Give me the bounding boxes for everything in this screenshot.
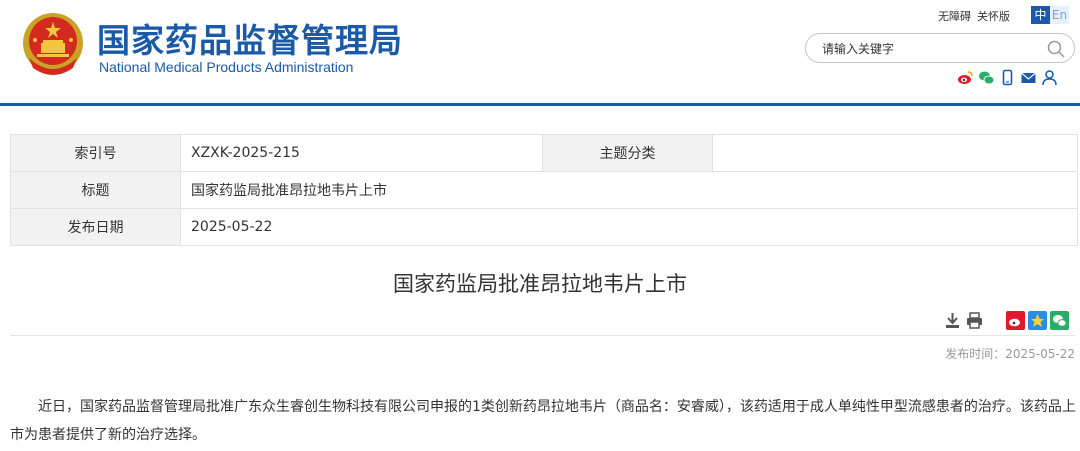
table-row: 发布日期 2025-05-22 (10, 208, 1078, 246)
publish-time: 发布时间：2025-05-22 (945, 347, 1075, 361)
mail-icon[interactable] (1020, 69, 1037, 86)
search-box (805, 33, 1075, 63)
category-label: 主题分类 (542, 134, 713, 172)
date-label: 发布日期 (10, 208, 181, 246)
title-value: 国家药监局批准昂拉地韦片上市 (180, 171, 1078, 209)
care-mode-link[interactable]: 关怀版 (977, 10, 1010, 23)
title-divider (10, 335, 1075, 336)
accessibility-link[interactable]: 无障碍 (938, 10, 971, 23)
category-value (712, 134, 1078, 172)
article-title: 国家药监局批准昂拉地韦片上市 (393, 272, 687, 296)
top-links: 无障碍 关怀版 (938, 8, 1016, 24)
site-subtitle[interactable]: National Medical Products Administration (99, 59, 353, 75)
print-icon[interactable] (965, 311, 984, 330)
share-weibo-icon[interactable] (1006, 311, 1025, 330)
index-value: XZXK-2025-215 (180, 134, 543, 172)
table-row: 索引号 XZXK-2025-215 主题分类 (10, 134, 1078, 172)
site-title[interactable]: 国家药品监督管理局 (97, 14, 403, 62)
document-info-table: 索引号 XZXK-2025-215 主题分类 标题 国家药监局批准昂拉地韦片上市… (10, 134, 1078, 246)
download-icon[interactable] (943, 311, 962, 330)
article-tools (943, 311, 1069, 330)
site-header: 国家药品监督管理局 National Medical Products Admi… (0, 0, 1080, 103)
share-wechat-icon[interactable] (1050, 311, 1069, 330)
language-switch: 中 En (1031, 6, 1069, 24)
user-icon[interactable] (1041, 69, 1058, 86)
wechat-icon[interactable] (978, 69, 995, 86)
lang-zh-button[interactable]: 中 (1031, 6, 1050, 24)
social-links (957, 69, 1058, 86)
table-row: 标题 国家药监局批准昂拉地韦片上市 (10, 171, 1078, 209)
national-emblem-icon (23, 13, 83, 75)
mobile-icon[interactable] (999, 69, 1016, 86)
search-input[interactable] (822, 39, 1042, 59)
search-icon[interactable] (1046, 39, 1066, 59)
share-qzone-icon[interactable] (1028, 311, 1047, 330)
lang-en-button[interactable]: En (1050, 6, 1069, 24)
date-value: 2025-05-22 (180, 208, 1078, 246)
title-label: 标题 (10, 171, 181, 209)
weibo-icon[interactable] (957, 69, 974, 86)
article-body: 近日，国家药品监督管理局批准广东众生睿创生物科技有限公司申报的1类创新药昂拉地韦… (10, 399, 1076, 443)
header-divider (0, 103, 1080, 106)
index-label: 索引号 (10, 134, 181, 172)
